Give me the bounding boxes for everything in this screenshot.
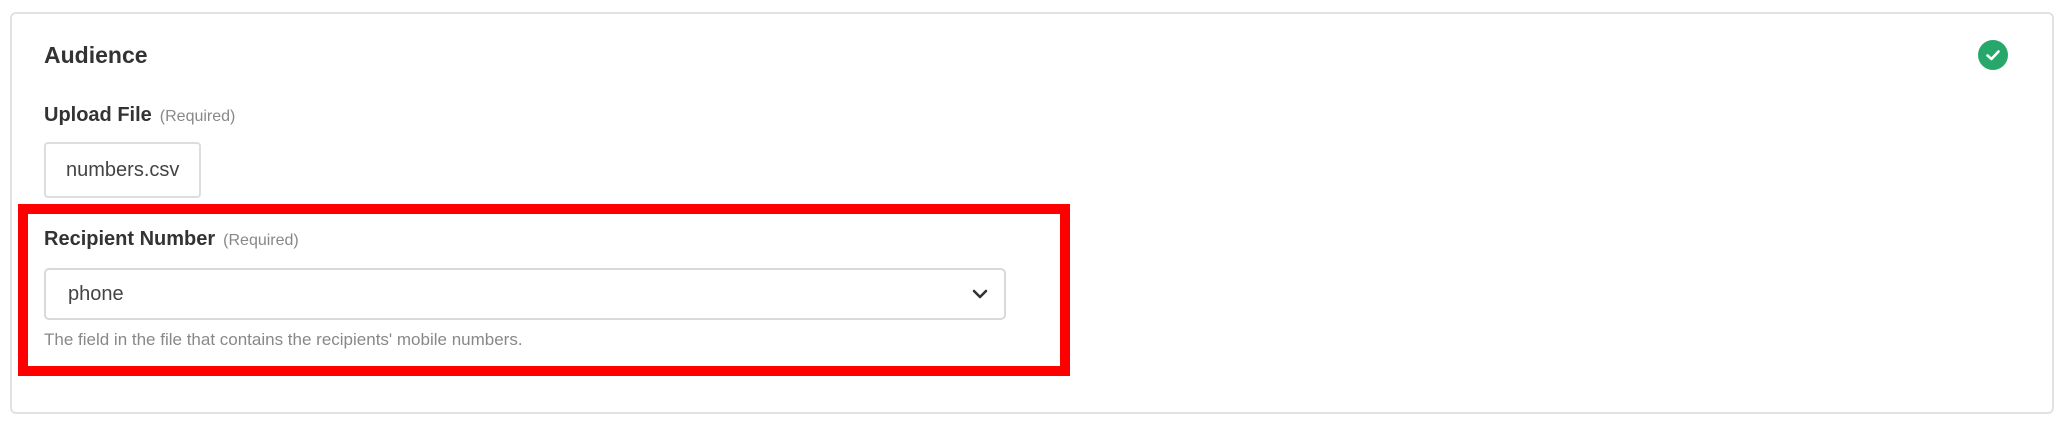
select-value: phone [68, 282, 124, 305]
section-title: Audience [44, 42, 148, 68]
recipient-number-label: Recipient Number (Required) [44, 228, 299, 251]
upload-file-button[interactable]: numbers.csv [44, 142, 201, 198]
upload-file-label: Upload File (Required) [44, 104, 235, 127]
file-name: numbers.csv [66, 158, 180, 181]
required-tag: (Required) [223, 232, 299, 249]
chevron-down-icon [972, 289, 988, 299]
check-circle-icon [1978, 40, 2008, 70]
required-tag: (Required) [159, 108, 236, 125]
recipient-number-select[interactable]: phone [44, 268, 1006, 320]
upload-file-label-text: Upload File [44, 104, 152, 126]
recipient-number-help: The field in the file that contains the … [44, 330, 523, 349]
recipient-number-label-text: Recipient Number [44, 228, 216, 250]
